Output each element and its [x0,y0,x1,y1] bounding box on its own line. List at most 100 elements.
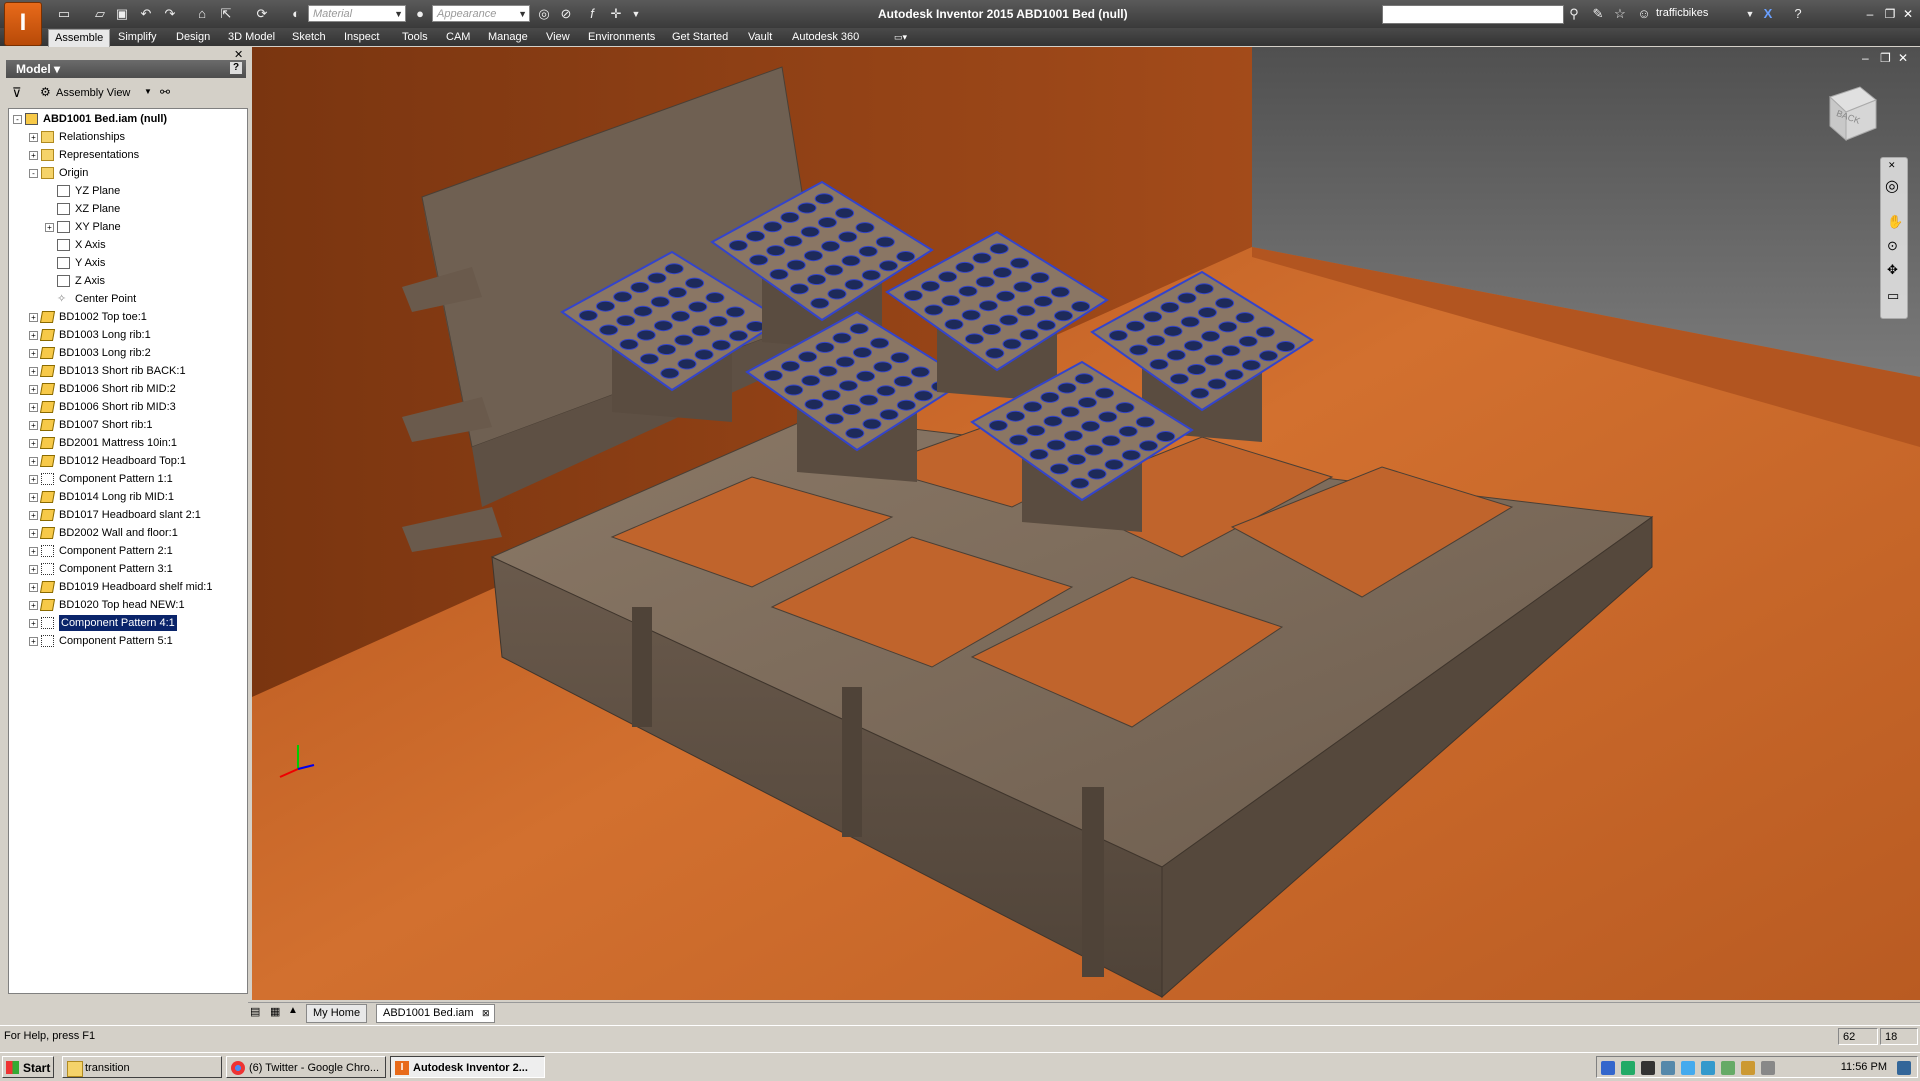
find-binoculars-icon[interactable]: ⚯ [160,85,170,99]
tree-node[interactable]: + BD1020 Top head NEW:1 [11,597,245,613]
start-button[interactable]: Start [2,1056,54,1078]
tree-node[interactable]: + BD1012 Headboard Top:1 [11,453,245,469]
subscription-icon[interactable]: ✎ [1590,6,1606,22]
tab-sketch[interactable]: Sketch [286,29,332,46]
tree-node[interactable]: + BD2001 Mattress 10in:1 [11,435,245,451]
bluetooth-tray-icon[interactable] [1701,1061,1715,1075]
expand-icon[interactable]: + [29,457,38,466]
measure-icon[interactable]: ✛ [608,6,624,22]
volume-tray-icon[interactable] [1761,1061,1775,1075]
steering-wheel-icon[interactable]: ◎ [1885,176,1899,196]
tree-node[interactable]: XZ Plane [11,201,245,217]
expand-icon[interactable]: + [29,349,38,358]
expand-icon[interactable]: + [29,547,38,556]
tab-environments[interactable]: Environments [582,29,661,46]
tree-node[interactable]: + BD1003 Long rib:1 [11,327,245,343]
bed-assembly-model[interactable] [252,47,1920,1000]
application-menu-button[interactable]: I [4,2,42,46]
expand-icon[interactable]: + [29,403,38,412]
nav-bar-close-icon[interactable]: ✕ [1888,160,1896,171]
tree-node[interactable]: + BD1002 Top toe:1 [11,309,245,325]
expand-icon[interactable]: + [29,133,38,142]
tab-3d-model[interactable]: 3D Model [222,29,281,46]
collapse-icon[interactable]: - [29,169,38,178]
tile-grid-icon[interactable]: ▦ [270,1005,280,1018]
expand-icon[interactable]: + [29,565,38,574]
return-icon[interactable]: ⇱ [218,6,234,22]
tab-get-started[interactable]: Get Started [666,29,734,46]
tree-node[interactable]: + BD1006 Short rib MID:2 [11,381,245,397]
tab-assemble[interactable]: Assemble [48,29,111,47]
save-icon[interactable]: ▣ [114,6,130,22]
update-tray-icon[interactable] [1681,1061,1695,1075]
expand-icon[interactable]: + [29,421,38,430]
open-file-icon[interactable]: ▱ [92,6,108,22]
doc-tab-bed-iam[interactable]: ABD1001 Bed.iam ⊠ [376,1004,495,1023]
user-name[interactable]: trafficbikes [1656,7,1708,19]
expand-icon[interactable]: + [29,493,38,502]
minimize-window-icon[interactable]: ‒ [1862,6,1878,22]
tree-node[interactable]: + BD1014 Long rib MID:1 [11,489,245,505]
task-transition[interactable]: transition [62,1056,222,1078]
viewport-minimize-icon[interactable]: ‒ [1862,51,1869,65]
expand-icon[interactable]: + [29,313,38,322]
close-window-icon[interactable]: ✕ [1900,6,1916,22]
home-icon[interactable]: ⌂ [194,6,210,22]
assembly-view-dropdown[interactable]: Assembly View [56,87,130,99]
search-binoculars-icon[interactable]: ⚲ [1566,6,1582,22]
redo-icon[interactable]: ↷ [162,6,178,22]
filter-icon[interactable]: ⊽ [12,85,22,101]
expand-icon[interactable]: + [29,439,38,448]
tab-menu-icon[interactable]: ▲ [288,1005,298,1016]
tree-node[interactable]: + BD1017 Headboard slant 2:1 [11,507,245,523]
qat-customize-icon[interactable]: ▼ [628,6,644,22]
undo-icon[interactable]: ↶ [138,6,154,22]
task-chrome[interactable]: (6) Twitter - Google Chro... [226,1056,386,1078]
expand-icon[interactable]: + [29,511,38,520]
expand-icon[interactable]: + [29,151,38,160]
browser-help-icon[interactable]: ? [230,62,242,74]
user-dropdown-icon[interactable]: ▼ [1742,6,1758,22]
tree-node[interactable]: ✧ Center Point [11,291,245,307]
power-tray-icon[interactable] [1741,1061,1755,1075]
clear-appearance-icon[interactable]: ⊘ [558,6,574,22]
expand-icon[interactable]: + [29,367,38,376]
model-browser-header[interactable]: Model ▾ ? [6,60,246,78]
expand-icon[interactable]: + [45,223,54,232]
expand-icon[interactable]: + [29,637,38,646]
drive-tray-icon[interactable] [1721,1061,1735,1075]
favorites-star-icon[interactable]: ☆ [1612,6,1628,22]
exchange-apps-icon[interactable]: X [1760,6,1776,22]
tree-node[interactable]: + Component Pattern 4:1 [11,614,245,632]
tab-vault[interactable]: Vault [742,29,778,46]
expand-icon[interactable]: + [29,583,38,592]
tree-node[interactable]: Z Axis [11,273,245,289]
network-tray-icon[interactable] [1601,1061,1615,1075]
tile-horizontal-icon[interactable]: ▤ [250,1005,260,1018]
tab-autodesk-360[interactable]: Autodesk 360 [786,29,865,46]
tab-simplify[interactable]: Simplify [112,29,163,46]
tree-node[interactable]: YZ Plane [11,183,245,199]
new-file-icon[interactable]: ▭ [56,6,72,22]
view-dropdown-arrow-icon[interactable]: ▼ [144,87,152,96]
look-at-icon[interactable]: ▭ [1887,288,1899,304]
expand-icon[interactable]: + [29,619,38,628]
tab-view[interactable]: View [540,29,576,46]
tree-node[interactable]: X Axis [11,237,245,253]
tree-node[interactable]: Y Axis [11,255,245,271]
autodesk-tray-icon[interactable] [1621,1061,1635,1075]
adjust-appearance-icon[interactable]: ◎ [536,6,552,22]
expand-icon[interactable]: + [29,601,38,610]
pan-hand-icon[interactable]: ✋ [1887,214,1903,230]
tab-cam[interactable]: CAM [440,29,476,46]
expand-icon[interactable]: + [29,331,38,340]
tree-node[interactable]: - ABD1001 Bed.iam (null) [11,111,245,127]
tree-node[interactable]: + BD1007 Short rib:1 [11,417,245,433]
material-dropdown[interactable]: Material ▼ [308,5,406,22]
doc-tab-my-home[interactable]: My Home [306,1004,368,1023]
tree-node[interactable]: - Origin [11,165,245,181]
expand-icon[interactable]: + [29,385,38,394]
viewport-restore-icon[interactable]: ❐ [1880,51,1891,65]
help-icon[interactable]: ? [1790,6,1806,22]
tab-manage[interactable]: Manage [482,29,534,46]
